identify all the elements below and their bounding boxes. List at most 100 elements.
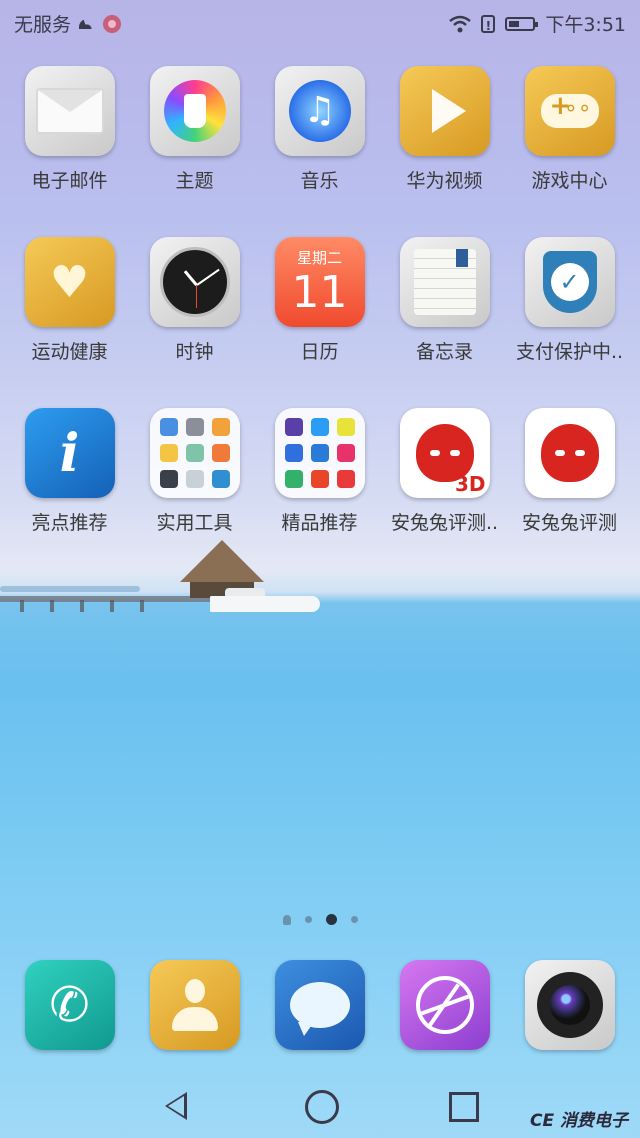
- app-theme[interactable]: 主题: [132, 66, 257, 193]
- dock-contacts[interactable]: [132, 960, 257, 1050]
- dock-tile[interactable]: [399, 960, 490, 1050]
- gamepad-icon: [540, 91, 599, 128]
- dock-camera[interactable]: [507, 960, 632, 1050]
- app-calendar[interactable]: 星期二 11 日历: [257, 237, 382, 364]
- folder-tools[interactable]: 实用工具: [132, 408, 257, 535]
- app-tile[interactable]: [24, 66, 115, 156]
- sim-alert-icon: !: [481, 14, 496, 33]
- app-tile[interactable]: [399, 237, 490, 327]
- music-note-icon: ♫: [288, 80, 351, 142]
- app-label: 时钟: [175, 341, 214, 363]
- page-dot: [350, 916, 358, 923]
- app-tile[interactable]: 星期二 11: [274, 237, 365, 327]
- folder-tile[interactable]: [274, 408, 365, 498]
- app-tile[interactable]: ♥: [24, 237, 115, 327]
- wallpaper-pier-post: [50, 600, 54, 612]
- carrier-text: 无服务: [14, 14, 72, 36]
- wallpaper-island: [0, 586, 140, 592]
- watermark-text: CE 消费电子: [529, 1111, 628, 1131]
- info-icon: i: [59, 422, 80, 484]
- dock-tile[interactable]: [149, 960, 240, 1050]
- wallpaper-boat: [210, 596, 320, 612]
- wifi-icon: [449, 15, 472, 32]
- page-indicator[interactable]: [0, 914, 640, 925]
- status-bar: 无服务 ! 下午3:51: [0, 0, 640, 44]
- dock-tile[interactable]: [524, 960, 615, 1050]
- page-dot: [304, 916, 312, 923]
- browser-icon: [415, 976, 474, 1034]
- dock-messages[interactable]: [257, 960, 382, 1050]
- wallpaper-hut-roof: [180, 540, 264, 582]
- app-label: 亮点推荐: [31, 512, 108, 534]
- status-right: ! 下午3:51: [449, 10, 626, 37]
- app-tile[interactable]: [149, 237, 240, 327]
- app-tile[interactable]: ♫: [274, 66, 365, 156]
- app-tile[interactable]: [524, 408, 615, 498]
- clock-icon: [159, 247, 230, 317]
- app-label: 游戏中心: [531, 170, 608, 192]
- app-tile[interactable]: [524, 66, 615, 156]
- wallpaper-pier-post: [110, 600, 114, 612]
- calendar-weekday: 星期二: [296, 249, 342, 267]
- app-label: 支付保护中..: [515, 341, 624, 363]
- app-label: 安兔兔评测..: [390, 512, 499, 534]
- app-antutu[interactable]: 安兔兔评测: [507, 408, 632, 535]
- antutu-3d-tag: 3D: [454, 472, 486, 496]
- folder-featured[interactable]: 精品推荐: [257, 408, 382, 535]
- app-label: 日历: [300, 341, 339, 363]
- home-button[interactable]: [305, 1090, 339, 1124]
- folder-icon: [284, 418, 355, 488]
- app-label: 电子邮件: [31, 170, 108, 192]
- theme-brush-icon: [163, 80, 226, 142]
- app-music[interactable]: ♫ 音乐: [257, 66, 382, 193]
- page-dot-active: [325, 914, 337, 925]
- app-tile[interactable]: [399, 66, 490, 156]
- app-notes[interactable]: 备忘录: [382, 237, 507, 364]
- email-icon: [35, 88, 104, 134]
- app-clock[interactable]: 时钟: [132, 237, 257, 364]
- battery-icon: [505, 16, 539, 31]
- wallpaper-pier-post: [20, 600, 24, 612]
- contacts-icon: [171, 979, 218, 1031]
- notepad-icon: [413, 249, 476, 315]
- antutu-icon: [533, 416, 607, 490]
- app-highlights[interactable]: i 亮点推荐: [7, 408, 132, 535]
- folder-icon: [159, 418, 230, 488]
- recents-button[interactable]: [449, 1092, 479, 1122]
- app-tile[interactable]: 3D: [399, 408, 490, 498]
- app-label: 实用工具: [156, 512, 233, 534]
- video-play-icon: [431, 89, 466, 133]
- navigation-bar: CE 消费电子: [0, 1070, 640, 1138]
- app-payment-protection[interactable]: ✓ 支付保护中..: [507, 237, 632, 364]
- folder-tile[interactable]: [149, 408, 240, 498]
- page-dot-hint-icon: [282, 914, 291, 925]
- huawei-logo-icon: [77, 17, 97, 31]
- health-heart-icon: ♥: [49, 256, 90, 308]
- back-button[interactable]: [165, 1092, 187, 1120]
- messages-icon: [289, 982, 350, 1036]
- dock-phone[interactable]: ✆: [7, 960, 132, 1050]
- app-tile[interactable]: [149, 66, 240, 156]
- app-label: 精品推荐: [281, 512, 358, 534]
- dock-tile[interactable]: [274, 960, 365, 1050]
- status-left: 无服务: [14, 10, 122, 37]
- clock-text: 下午3:51: [545, 14, 626, 36]
- app-antutu-3d[interactable]: 3D 安兔兔评测..: [382, 408, 507, 535]
- phone-icon: ✆: [49, 977, 90, 1033]
- app-email[interactable]: 电子邮件: [7, 66, 132, 193]
- calendar-day: 11: [291, 267, 348, 318]
- app-tile[interactable]: ✓: [524, 237, 615, 327]
- app-tile[interactable]: i: [24, 408, 115, 498]
- camera-icon: [536, 972, 603, 1038]
- dock-tile[interactable]: ✆: [24, 960, 115, 1050]
- shield-check-icon: ✓: [542, 251, 597, 313]
- app-label: 主题: [175, 170, 214, 192]
- app-label: 安兔兔评测: [521, 512, 617, 534]
- app-game-center[interactable]: 游戏中心: [507, 66, 632, 193]
- wallpaper-pier-post: [140, 600, 144, 612]
- app-label: 备忘录: [415, 341, 473, 363]
- app-huawei-video[interactable]: 华为视频: [382, 66, 507, 193]
- app-health[interactable]: ♥ 运动健康: [7, 237, 132, 364]
- dock-browser[interactable]: [382, 960, 507, 1050]
- notification-app-icon: [103, 14, 122, 33]
